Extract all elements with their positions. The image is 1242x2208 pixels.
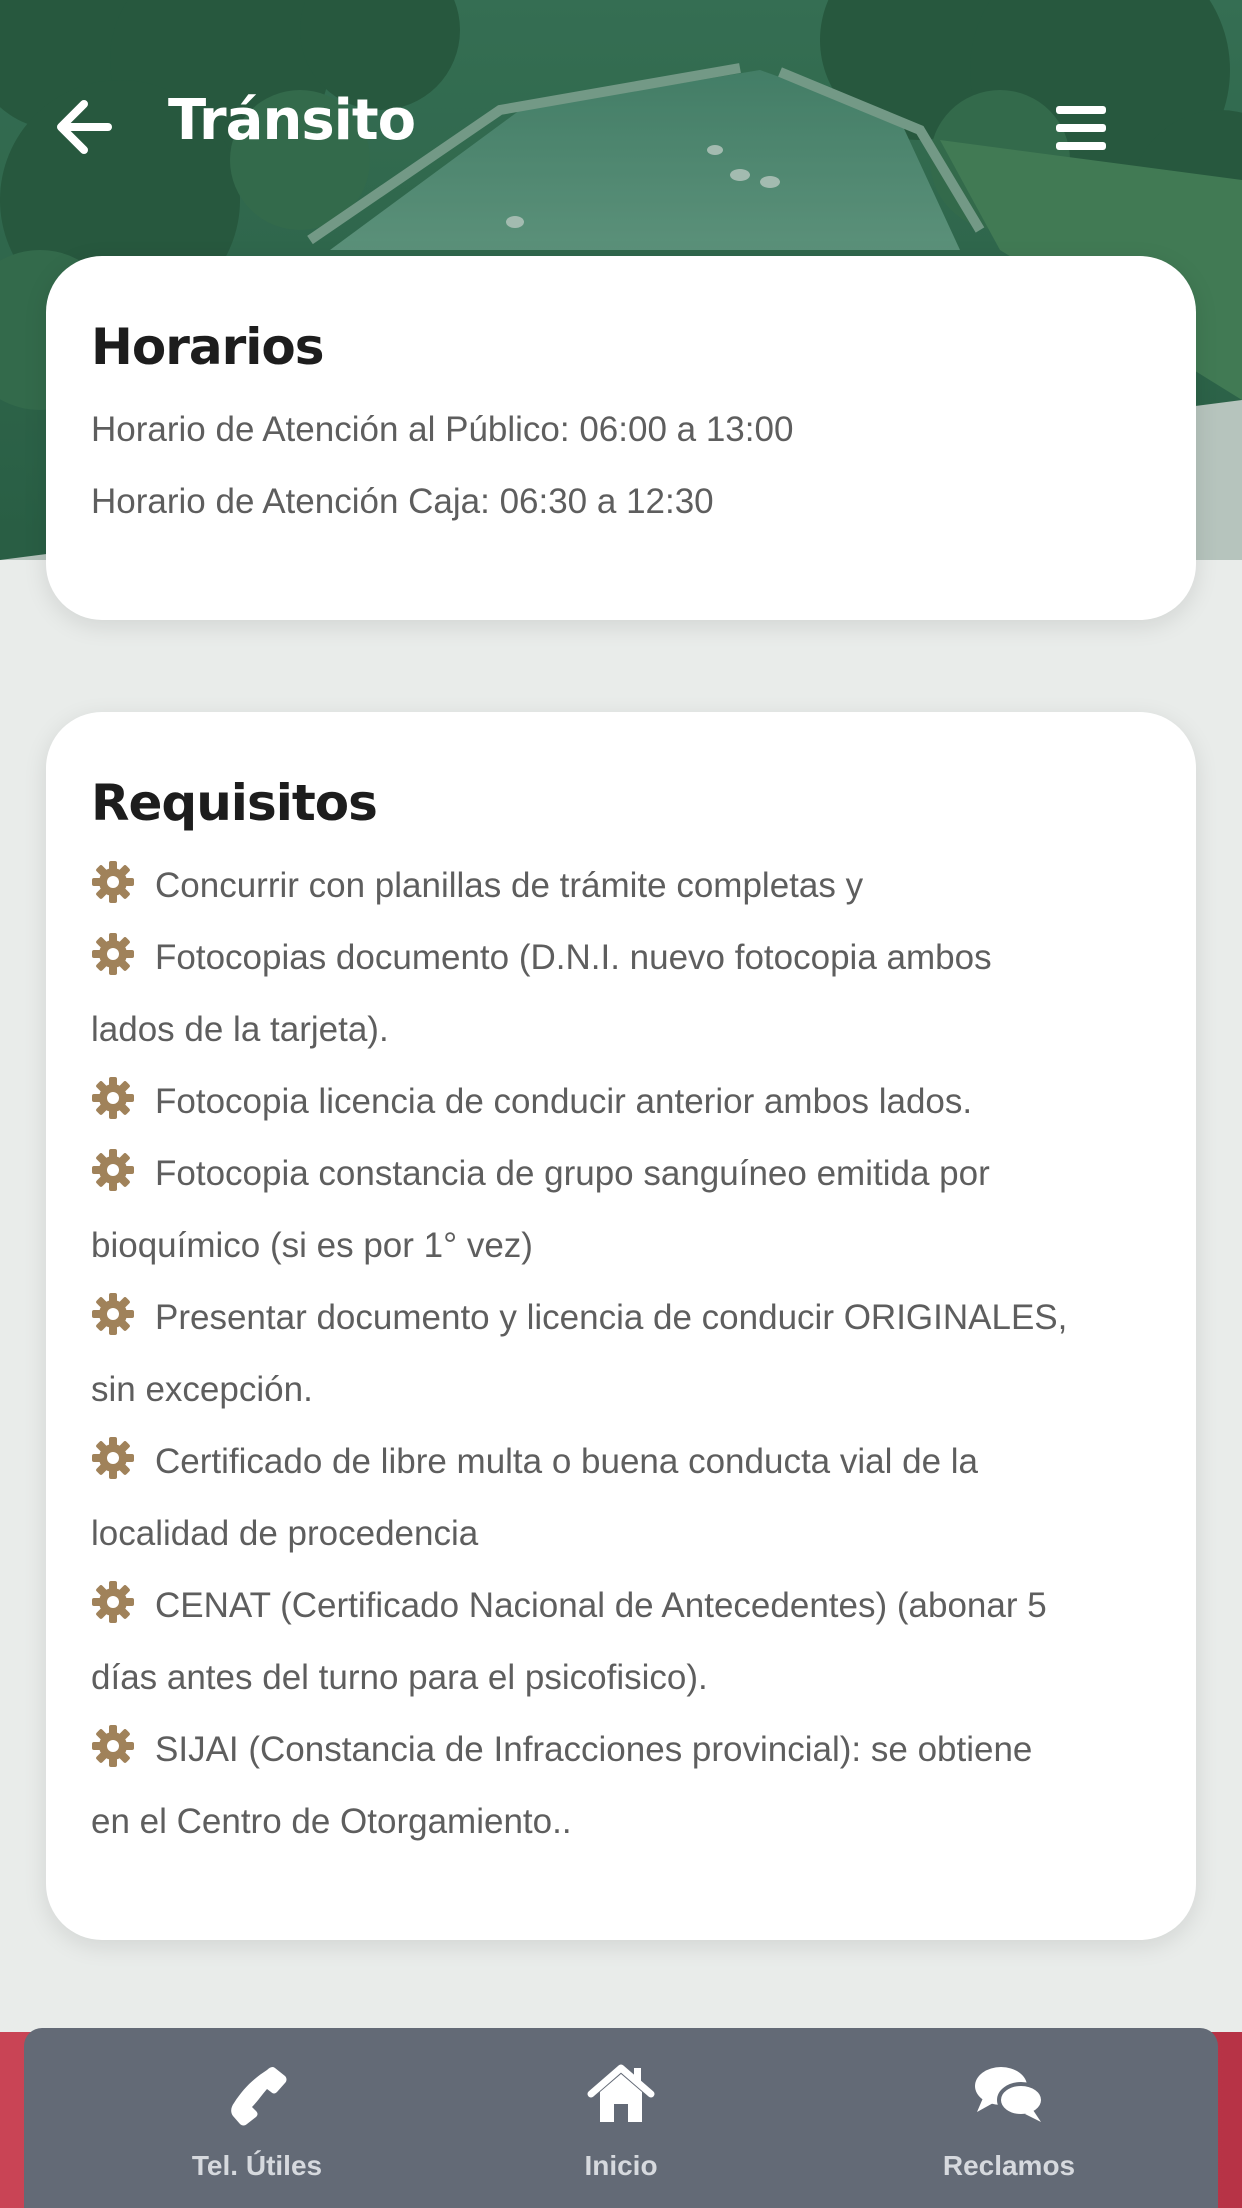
- requisitos-card: Requisitos Concurrir con planillas de tr…: [46, 712, 1196, 1940]
- requisito-text: CENAT (Certificado Nacional de Anteceden…: [155, 1586, 1047, 1625]
- bottom-navigation-bar: Tel. Útiles Inicio Reclamos: [24, 2028, 1218, 2208]
- list-item: Concurrir con planillas de trámite compl…: [91, 850, 1151, 922]
- requisito-text-continued: localidad de procedencia: [91, 1514, 479, 1553]
- gear-icon: [91, 1577, 135, 1623]
- horarios-card: Horarios Horario de Atención al Público:…: [46, 256, 1196, 620]
- requisito-text: Fotocopias documento (D.N.I. nuevo fotoc…: [155, 938, 992, 977]
- nav-reclamos[interactable]: Reclamos: [859, 2028, 1159, 2208]
- gear-icon: [91, 929, 135, 975]
- gear-icon: [91, 1145, 135, 1191]
- gear-icon: [91, 1073, 135, 1119]
- requisito-text: Certificado de libre multa o buena condu…: [155, 1442, 978, 1481]
- requisito-text-continued: sin excepción.: [91, 1370, 313, 1409]
- list-item: Presentar documento y licencia de conduc…: [91, 1282, 1151, 1426]
- nav-label: Inicio: [584, 2150, 658, 2181]
- back-button[interactable]: [50, 92, 120, 162]
- list-item: CENAT (Certificado Nacional de Anteceden…: [91, 1570, 1151, 1714]
- page-title: Tránsito: [168, 88, 416, 153]
- requisito-text: Concurrir con planillas de trámite compl…: [155, 866, 864, 905]
- requisito-text: Presentar documento y licencia de conduc…: [155, 1298, 1068, 1337]
- top-app-bar: Tránsito: [0, 0, 1242, 254]
- gear-icon: [91, 857, 135, 903]
- list-item: Fotocopia licencia de conducir anterior …: [91, 1066, 1151, 1138]
- nav-tel-utiles[interactable]: Tel. Útiles: [107, 2028, 407, 2208]
- home-icon: [587, 2064, 655, 2122]
- nav-label: Reclamos: [942, 2150, 1076, 2181]
- list-item: Fotocopias documento (D.N.I. nuevo fotoc…: [91, 922, 1151, 1066]
- requisito-text-continued: días antes del turno para el psicofisico…: [91, 1658, 708, 1697]
- list-item: Fotocopia constancia de grupo sanguíneo …: [91, 1138, 1151, 1282]
- arrow-left-icon: [57, 100, 112, 154]
- requisito-text-continued: lados de la tarjeta).: [91, 1010, 389, 1049]
- list-item: Certificado de libre multa o buena condu…: [91, 1426, 1151, 1570]
- requisito-text: Fotocopia constancia de grupo sanguíneo …: [155, 1154, 990, 1193]
- gear-icon: [91, 1433, 135, 1479]
- nav-inicio[interactable]: Inicio: [471, 2028, 771, 2208]
- requisitos-title: Requisitos: [91, 774, 378, 832]
- requisitos-list: Concurrir con planillas de trámite compl…: [91, 850, 1151, 1858]
- horario-caja-text: Horario de Atención Caja: 06:30 a 12:30: [91, 482, 714, 521]
- requisito-text-continued: bioquímico (si es por 1° vez): [91, 1226, 533, 1265]
- list-item: SIJAI (Constancia de Infracciones provin…: [91, 1714, 1151, 1858]
- horario-publico-text: Horario de Atención al Público: 06:00 a …: [91, 410, 794, 449]
- gear-icon: [91, 1289, 135, 1335]
- phone-icon: [231, 2066, 287, 2126]
- nav-label: Tel. Útiles: [191, 2150, 323, 2181]
- chat-bubbles-icon: [975, 2067, 1045, 2122]
- requisito-text: SIJAI (Constancia de Infracciones provin…: [155, 1730, 1033, 1769]
- gear-icon: [91, 1721, 135, 1767]
- horarios-lines: Horario de Atención al Público: 06:00 a …: [91, 394, 1151, 538]
- requisito-text-continued: en el Centro de Otorgamiento..: [91, 1802, 572, 1841]
- requisito-text: Fotocopia licencia de conducir anterior …: [155, 1082, 973, 1121]
- hamburger-menu-icon: [1056, 106, 1106, 150]
- menu-button[interactable]: [1052, 100, 1112, 156]
- horarios-title: Horarios: [91, 318, 325, 376]
